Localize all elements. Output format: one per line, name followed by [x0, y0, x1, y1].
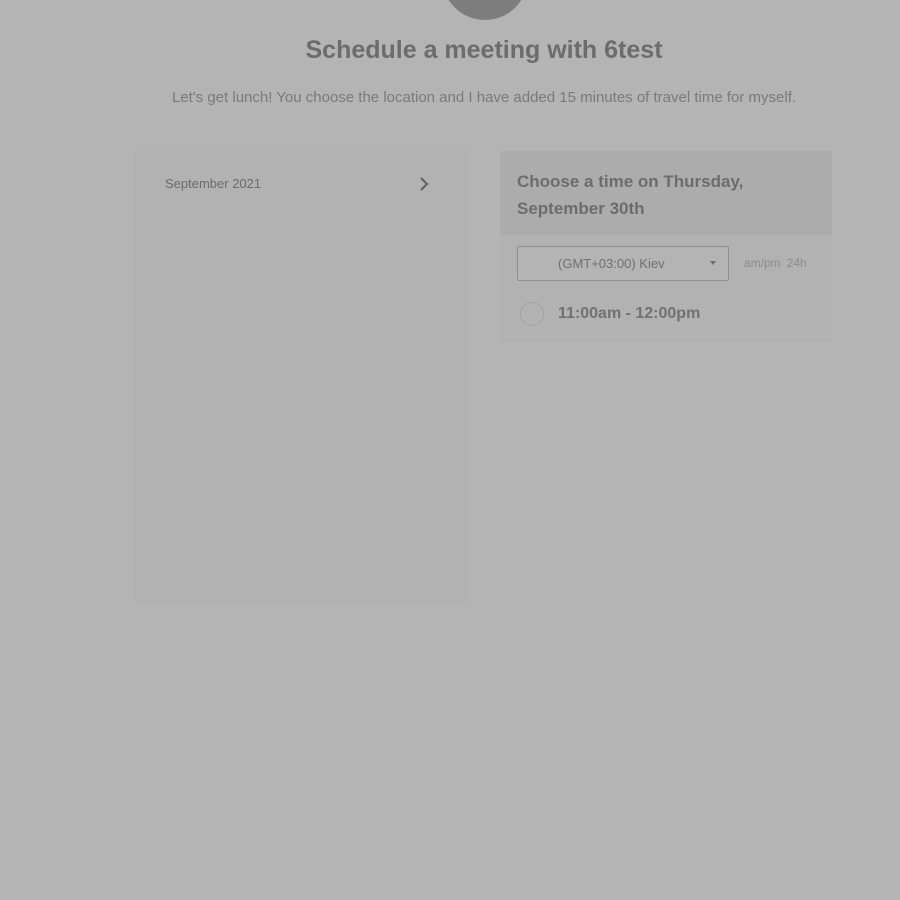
time-slot-option[interactable]: 11:00am - 12:00pm — [520, 302, 780, 328]
timezone-select[interactable]: (GMT+03:00) Kiev — [517, 246, 729, 281]
slots-header: Choose a time on Thursday, September 30t… — [500, 151, 832, 235]
chevron-right-icon[interactable] — [416, 175, 432, 193]
slot-label: 11:00am - 12:00pm — [558, 305, 701, 322]
caret-down-icon — [710, 261, 716, 265]
time-format-toggle: am/pm 24h — [744, 256, 807, 270]
calendar-month-label: September 2021 — [165, 176, 262, 191]
chevron-left-icon[interactable]: ‹ — [342, 175, 348, 196]
page-title: Schedule a meeting with 6test — [305, 36, 663, 64]
ampm-option[interactable]: am/pm — [744, 256, 781, 270]
meeting-description: Let's get lunch! You choose the location… — [171, 89, 797, 106]
24h-option[interactable]: 24h — [787, 256, 807, 270]
slots-title: Choose a time on Thursday, September 30t… — [517, 172, 744, 218]
avatar — [442, 0, 528, 20]
booking-page: Schedule a meeting with 6test Let's get … — [0, 0, 900, 900]
time-slots-panel: Choose a time on Thursday, September 30t… — [500, 151, 832, 343]
slot-radio[interactable] — [520, 302, 544, 326]
calendar-panel: September 2021 ‹ — [136, 148, 466, 603]
timezone-value: (GMT+03:00) Kiev — [558, 256, 665, 271]
